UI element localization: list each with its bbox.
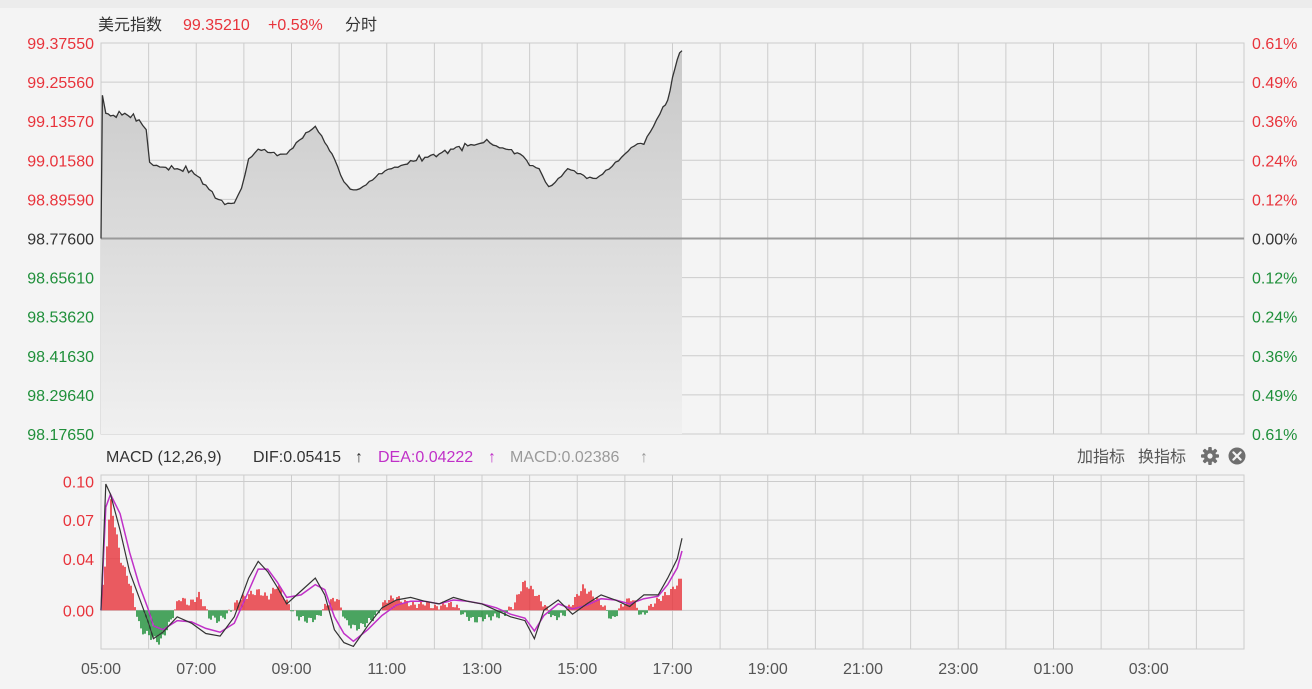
price-tick-label: 99.25560 bbox=[27, 75, 94, 92]
macd-dif-value: DIF:0.05415 bbox=[253, 449, 341, 466]
macd-tick-label: 0.04 bbox=[63, 552, 94, 569]
macd-histogram-value: MACD:0.02386 bbox=[510, 449, 619, 466]
macd-tick-label: 0.07 bbox=[63, 513, 94, 530]
percent-tick-label: 0.36% bbox=[1252, 114, 1297, 131]
percent-tick-label: 0.36% bbox=[1252, 349, 1297, 366]
percent-tick-label: 0.24% bbox=[1252, 310, 1297, 327]
price-tick-label: 99.01580 bbox=[27, 153, 94, 170]
time-axis-labels: 05:00 07:00 09:00 11:00 13:00 15:00 17:00 19:00… bbox=[81, 661, 1169, 678]
time-tick-label: 19:00 bbox=[748, 661, 788, 678]
price-tick-label: 98.65610 bbox=[27, 271, 94, 288]
price-tick-label: 99.37550 bbox=[27, 36, 94, 53]
macd-tick-label: 0.10 bbox=[63, 474, 94, 491]
percent-tick-label: 0.12% bbox=[1252, 192, 1297, 209]
percent-tick-label: 0.24% bbox=[1252, 153, 1297, 170]
price-tick-label: 98.29640 bbox=[27, 388, 94, 405]
time-tick-label: 13:00 bbox=[462, 661, 502, 678]
chart-panel: 美元指数 99.35210 +0.58% 分时 99.37550 99.25560… bbox=[0, 0, 1312, 684]
time-tick-label: 05:00 bbox=[81, 661, 121, 678]
time-tick-label: 07:00 bbox=[176, 661, 216, 678]
time-tick-label: 11:00 bbox=[367, 661, 406, 678]
macd-tick-label: 0.00 bbox=[63, 603, 94, 620]
price-tick-label: 98.53620 bbox=[27, 310, 94, 327]
dif-arrow: ↑ bbox=[355, 449, 363, 466]
time-tick-label: 03:00 bbox=[1129, 661, 1169, 678]
percent-tick-label: 0.12% bbox=[1252, 271, 1297, 288]
chart-svg: 美元指数 99.35210 +0.58% 分时 99.37550 99.25560… bbox=[0, 0, 1312, 678]
time-tick-label: 15:00 bbox=[557, 661, 597, 678]
close-icon[interactable] bbox=[1228, 447, 1246, 465]
dea-arrow: ↑ bbox=[488, 449, 496, 466]
price-tick-label: 98.17650 bbox=[27, 427, 94, 444]
top-strip bbox=[0, 0, 1312, 8]
time-tick-label: 09:00 bbox=[271, 661, 311, 678]
price-tick-label: 98.41630 bbox=[27, 349, 94, 366]
time-tick-label: 21:00 bbox=[843, 661, 883, 678]
macd-dea-value: DEA:0.04222 bbox=[378, 449, 473, 466]
last-price: 99.35210 bbox=[183, 17, 250, 34]
gear-icon[interactable] bbox=[1201, 447, 1219, 465]
percent-tick-label: 0.00% bbox=[1252, 232, 1297, 249]
percent-tick-label: 0.61% bbox=[1252, 36, 1297, 53]
time-tick-label: 01:00 bbox=[1033, 661, 1073, 678]
add-indicator-button[interactable]: 加指标 bbox=[1077, 448, 1125, 466]
timeshare-mode[interactable]: 分时 bbox=[345, 16, 377, 34]
time-tick-label: 17:00 bbox=[652, 661, 692, 678]
price-tick-label: 99.13570 bbox=[27, 114, 94, 131]
price-tick-label: 98.89590 bbox=[27, 192, 94, 209]
macd-label: MACD (12,26,9) bbox=[106, 449, 222, 466]
instrument-title: 美元指数 bbox=[98, 16, 162, 34]
macd-arrow: ↑ bbox=[640, 449, 648, 466]
percent-tick-label: 0.49% bbox=[1252, 388, 1297, 405]
switch-indicator-button[interactable]: 换指标 bbox=[1138, 448, 1186, 466]
percent-tick-label: 0.61% bbox=[1252, 427, 1297, 444]
time-tick-label: 23:00 bbox=[938, 661, 978, 678]
price-axis-labels: 99.37550 99.25560 99.13570 99.01580 98.89590… bbox=[27, 36, 94, 444]
price-tick-label: 98.77600 bbox=[27, 232, 94, 249]
change-percent: +0.58% bbox=[268, 17, 323, 34]
macd-axis-labels: 0.10 0.07 0.04 0.00 bbox=[63, 474, 94, 620]
percent-tick-label: 0.49% bbox=[1252, 75, 1297, 92]
macd-grid bbox=[100, 474, 1245, 650]
percent-axis-labels: 0.61% 0.49% 0.36% 0.24% 0.12% 0.00% 0.12% 0.24%… bbox=[1252, 36, 1297, 444]
